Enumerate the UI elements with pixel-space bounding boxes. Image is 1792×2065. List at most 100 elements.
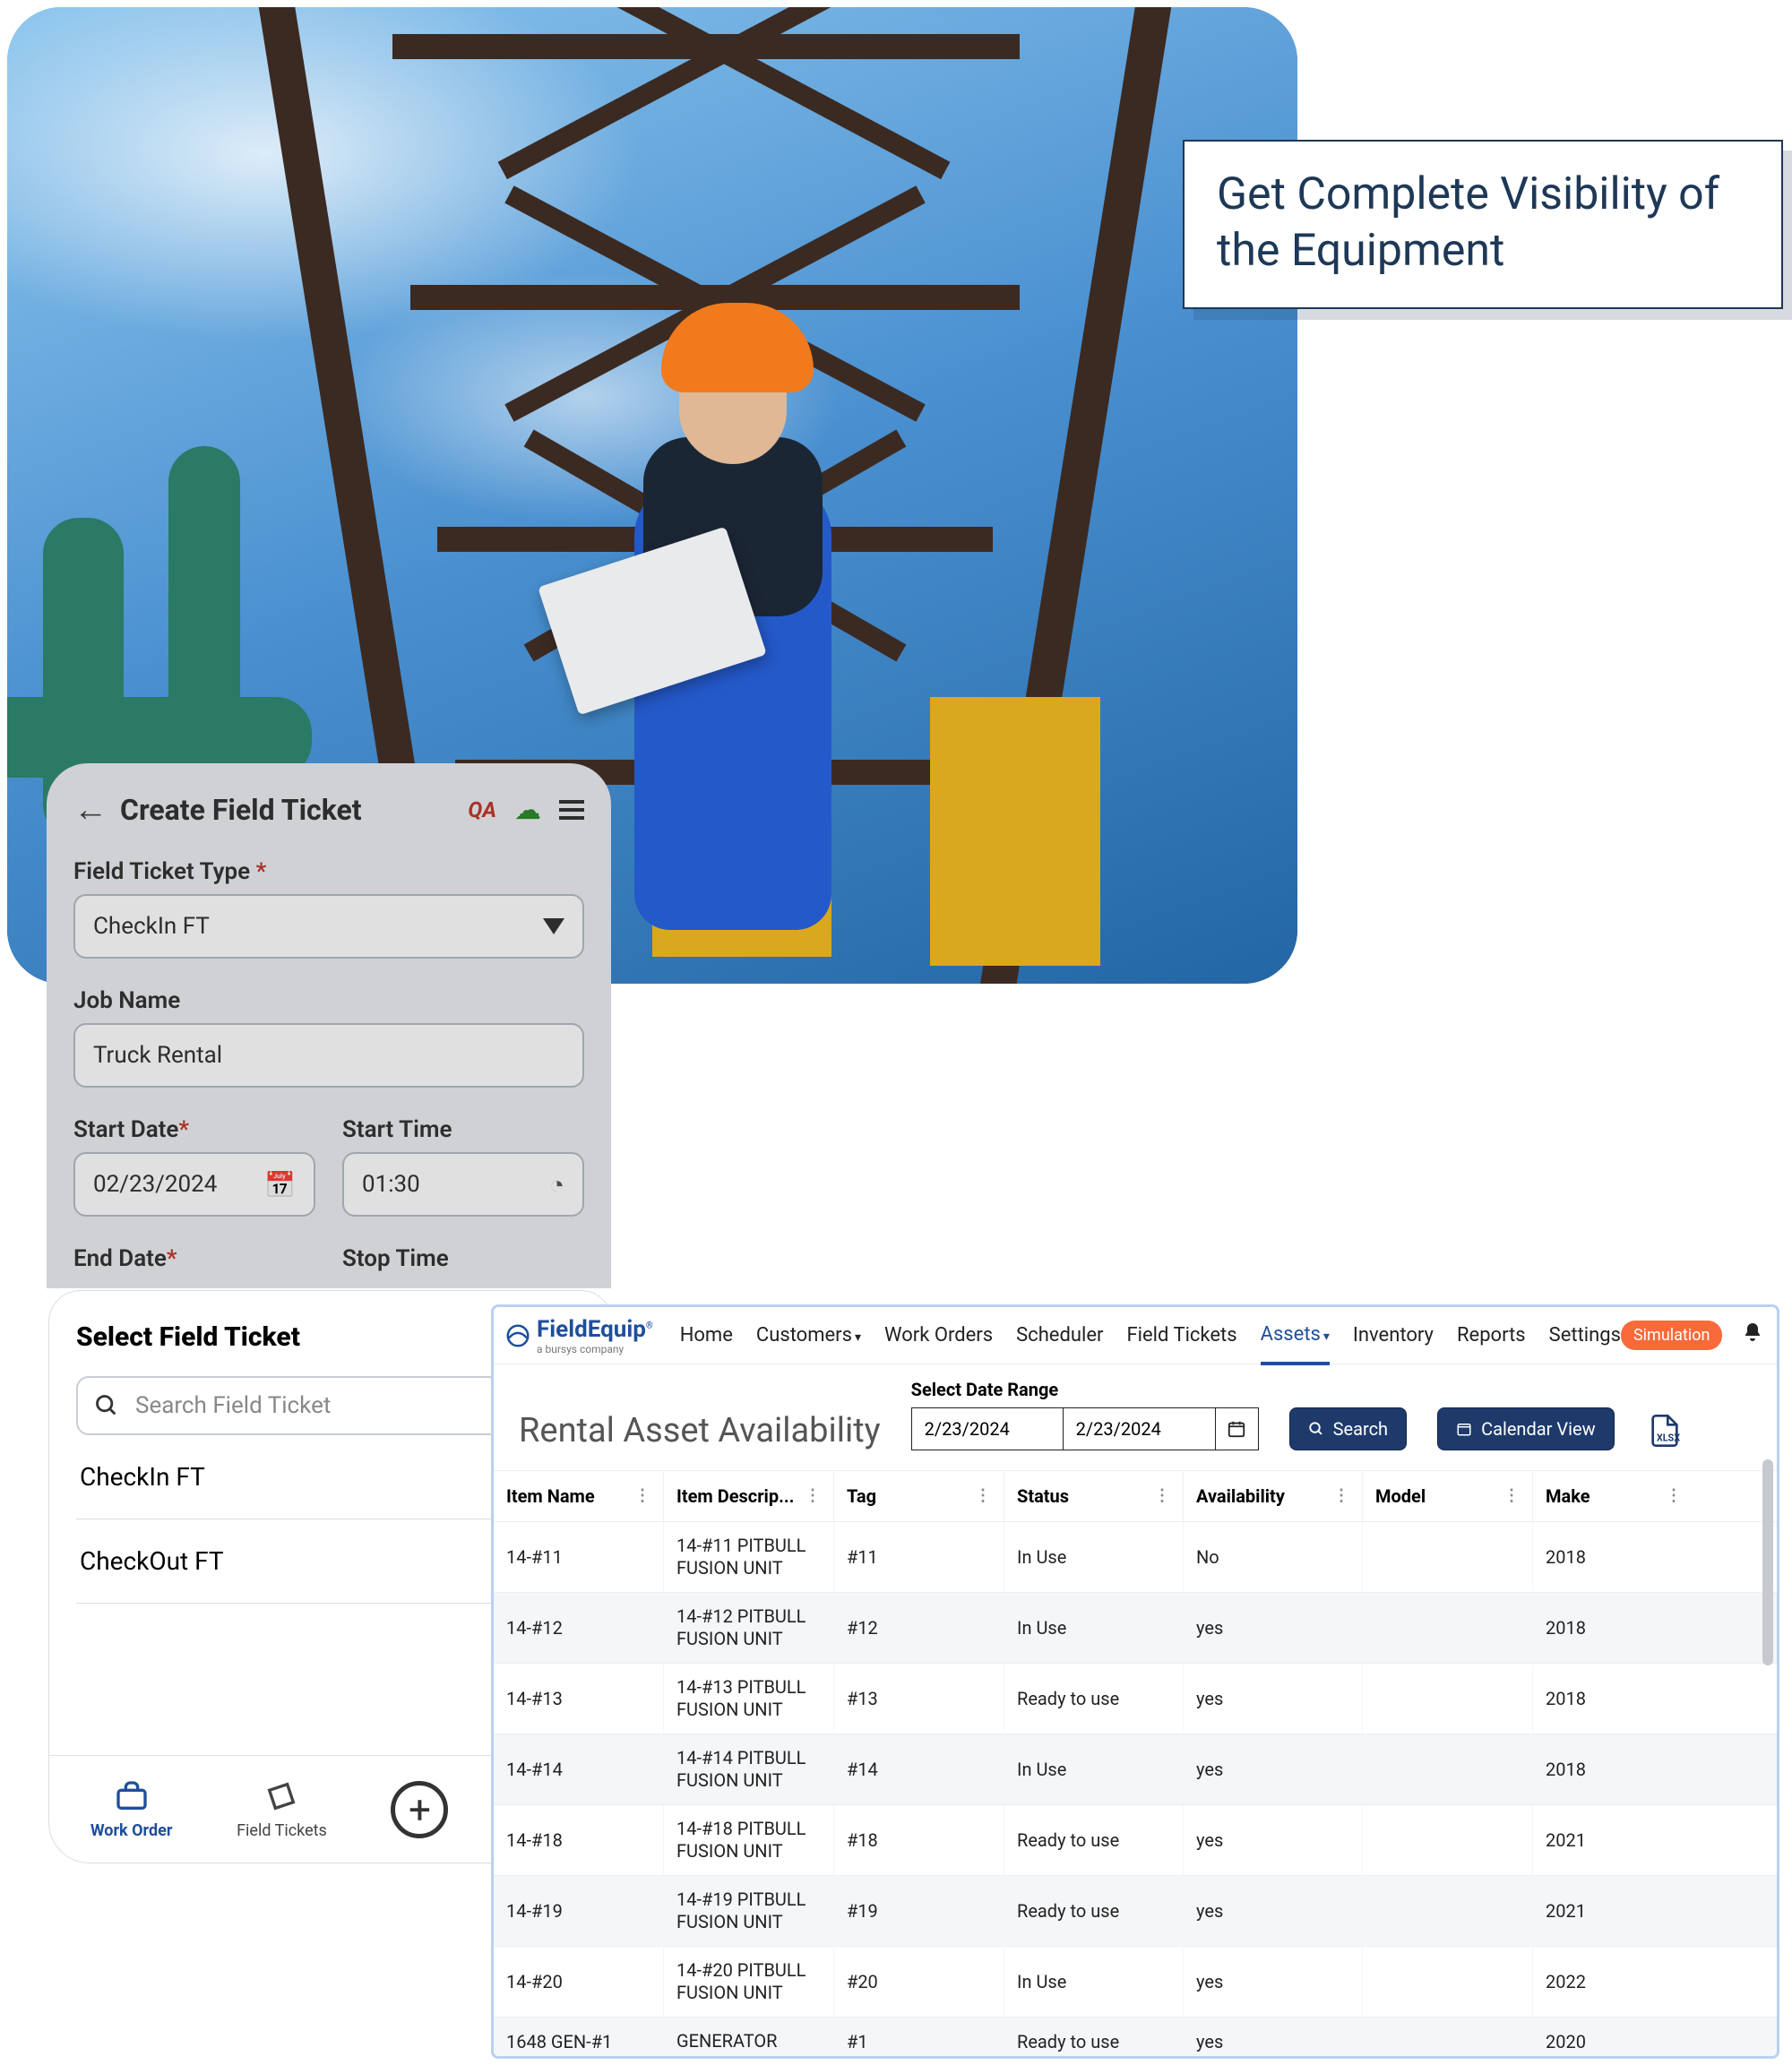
label-end-date: End Date* (73, 1245, 315, 1272)
nav-item-settings[interactable]: Settings (1549, 1308, 1621, 1363)
table-row[interactable]: 14-#1214-#12 PITBULL FUSION UNIT#12In Us… (494, 1593, 1777, 1664)
nav-item-customers[interactable]: Customers▾ (756, 1308, 861, 1363)
nav-item-field-tickets[interactable]: Field Tickets (1126, 1308, 1236, 1363)
brand-logo[interactable]: FieldEquip® a bursys company (504, 1316, 653, 1355)
cell-model (1363, 1664, 1533, 1734)
cell-avail: yes (1184, 1947, 1363, 2017)
column-header[interactable]: Status⋮ (1004, 1471, 1184, 1521)
table-row[interactable]: 14-#1314-#13 PITBULL FUSION UNIT#13Ready… (494, 1664, 1777, 1734)
export-xlsx-icon[interactable]: XLSX (1645, 1411, 1684, 1450)
cell-avail: yes (1184, 1593, 1363, 1663)
simulation-badge[interactable]: Simulation (1621, 1321, 1722, 1350)
date-to-input[interactable]: 2/23/2024 (1064, 1407, 1216, 1450)
label-start-time: Start Time (342, 1116, 584, 1143)
cell-status: In Use (1004, 1734, 1184, 1804)
table-row[interactable]: 14-#1414-#14 PITBULL FUSION UNIT#14In Us… (494, 1734, 1777, 1805)
search-icon (1308, 1421, 1324, 1437)
cell-status: Ready to use (1004, 2018, 1184, 2059)
logo-icon (504, 1322, 531, 1349)
nav-work-order[interactable]: Work Order (90, 1778, 173, 1840)
cell-name: 14-#11 (494, 1522, 664, 1592)
cell-tag: #13 (834, 1664, 1004, 1734)
column-menu-icon[interactable]: ⋮ (975, 1493, 991, 1499)
label-stop-time: Stop Time (342, 1245, 584, 1272)
nav-item-home[interactable]: Home (680, 1308, 733, 1363)
cell-desc: 14-#18 PITBULL FUSION UNIT (664, 1805, 834, 1875)
chevron-down-icon: ▾ (855, 1330, 861, 1345)
cell-tag: #19 (834, 1876, 1004, 1946)
column-menu-icon[interactable]: ⋮ (805, 1493, 821, 1499)
column-menu-icon[interactable]: ⋮ (1154, 1493, 1170, 1499)
nav-item-scheduler[interactable]: Scheduler (1016, 1308, 1103, 1363)
back-arrow-icon[interactable]: ← (73, 790, 108, 830)
column-header[interactable]: Item Name⋮ (494, 1471, 664, 1521)
table-row[interactable]: 14-#2014-#20 PITBULL FUSION UNIT#20In Us… (494, 1947, 1777, 2018)
cell-desc: 14-#19 PITBULL FUSION UNIT (664, 1876, 834, 1946)
date-range-label: Select Date Range (911, 1379, 1259, 1400)
column-header[interactable]: Tag⋮ (834, 1471, 1004, 1521)
scrollbar-thumb[interactable] (1762, 1459, 1773, 1665)
nav-item-work-orders[interactable]: Work Orders (884, 1308, 993, 1363)
cell-tag: #12 (834, 1593, 1004, 1663)
column-menu-icon[interactable]: ⋮ (1503, 1493, 1520, 1499)
search-icon (94, 1393, 119, 1418)
search-button[interactable]: Search (1289, 1407, 1407, 1450)
cell-status: In Use (1004, 1522, 1184, 1592)
plus-circle-icon: + (391, 1781, 448, 1838)
table-row[interactable]: 1648 GEN-#1GENERATOR#1Ready to useyes202… (494, 2018, 1777, 2059)
hamburger-menu-icon[interactable] (559, 800, 584, 820)
column-menu-icon[interactable]: ⋮ (1333, 1493, 1349, 1499)
cell-make: 2022 (1533, 1947, 1694, 2017)
cell-avail: No (1184, 1522, 1363, 1592)
cell-status: Ready to use (1004, 1805, 1184, 1875)
column-header[interactable]: Item Descrip...⋮ (664, 1471, 834, 1521)
cell-tag: #20 (834, 1947, 1004, 2017)
calendar-view-button[interactable]: Calendar View (1437, 1407, 1615, 1450)
nav-item-inventory[interactable]: Inventory (1353, 1308, 1434, 1363)
column-menu-icon[interactable]: ⋮ (634, 1493, 650, 1499)
calendar-icon: 📅 (264, 1170, 296, 1200)
cell-status: Ready to use (1004, 1664, 1184, 1734)
start-time-input[interactable]: 01:30 ◔ (342, 1152, 584, 1217)
table-row[interactable]: 14-#1114-#11 PITBULL FUSION UNIT#11In Us… (494, 1522, 1777, 1593)
table-row[interactable]: 14-#1914-#19 PITBULL FUSION UNIT#19Ready… (494, 1876, 1777, 1947)
ticket-icon (262, 1778, 301, 1814)
cell-desc: 14-#12 PITBULL FUSION UNIT (664, 1593, 834, 1663)
calendar-picker-icon[interactable] (1216, 1407, 1259, 1450)
nav-add[interactable]: + (391, 1781, 448, 1838)
callout-text: Get Complete Visibility of the Equipment (1217, 168, 1719, 277)
cell-avail: yes (1184, 2018, 1363, 2059)
briefcase-icon (112, 1778, 151, 1814)
table-row[interactable]: 14-#1814-#18 PITBULL FUSION UNIT#18Ready… (494, 1805, 1777, 1876)
cell-status: Ready to use (1004, 1876, 1184, 1946)
callout-card: Get Complete Visibility of the Equipment (1183, 140, 1783, 309)
cell-desc: 14-#20 PITBULL FUSION UNIT (664, 1947, 834, 2017)
cloud-sync-icon[interactable]: ☁ (514, 795, 541, 826)
nav-field-tickets[interactable]: Field Tickets (237, 1778, 327, 1840)
start-date-input[interactable]: 02/23/2024 📅 (73, 1152, 315, 1217)
job-name-input[interactable]: Truck Rental (73, 1023, 584, 1088)
desktop-panel: FieldEquip® a bursys company Home Custome… (491, 1304, 1779, 2059)
cell-status: In Use (1004, 1947, 1184, 2017)
cell-make: 2021 (1533, 1876, 1694, 1946)
date-from-input[interactable]: 2/23/2024 (911, 1407, 1064, 1450)
column-header[interactable]: Make⋮ (1533, 1471, 1694, 1521)
cell-name: 14-#19 (494, 1876, 664, 1946)
field-ticket-type-select[interactable]: CheckIn FT (73, 894, 584, 959)
cell-model (1363, 1522, 1533, 1592)
nav-item-reports[interactable]: Reports (1457, 1308, 1526, 1363)
mobile-create-ticket-panel: ← Create Field Ticket QA ☁ Field Ticket … (47, 763, 611, 1288)
chevron-down-icon: ▾ (1323, 1329, 1330, 1344)
column-header[interactable]: Availability⋮ (1184, 1471, 1363, 1521)
bell-icon[interactable] (1742, 1321, 1763, 1349)
mobile-title: Create Field Ticket (120, 793, 362, 827)
cell-name: 14-#13 (494, 1664, 664, 1734)
nav-item-assets[interactable]: Assets▾ (1261, 1307, 1330, 1365)
cell-name: 14-#14 (494, 1734, 664, 1804)
column-menu-icon[interactable]: ⋮ (1666, 1493, 1682, 1499)
cell-desc: 14-#13 PITBULL FUSION UNIT (664, 1664, 834, 1734)
column-header[interactable]: Model⋮ (1363, 1471, 1533, 1521)
cell-model (1363, 1734, 1533, 1804)
svg-text:XLSX: XLSX (1656, 1433, 1679, 1444)
cell-model (1363, 1805, 1533, 1875)
